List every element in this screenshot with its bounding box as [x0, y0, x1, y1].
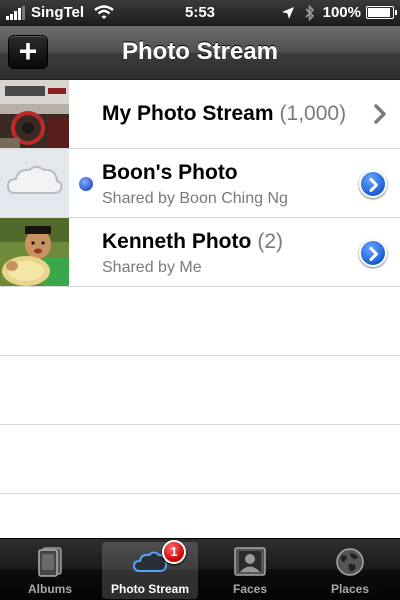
stream-count: (1,000) [279, 102, 347, 125]
cloud-icon [6, 166, 63, 194]
tab-faces[interactable]: Faces [202, 542, 298, 599]
tab-label: Albums [27, 582, 72, 596]
stream-subtitle: Shared by Boon Ching Ng [102, 190, 288, 207]
stream-count: (2) [257, 230, 283, 253]
stream-subtitle: Shared by Me [102, 259, 202, 276]
stream-row-boons-photo[interactable]: Boon's Photo Shared by Boon Ching Ng [0, 149, 400, 218]
tab-label: Places [330, 582, 370, 596]
bluetooth-icon [305, 4, 314, 21]
tab-places[interactable]: Places [302, 542, 398, 599]
stream-thumbnail [0, 80, 69, 148]
empty-row [0, 425, 400, 494]
stream-title: Kenneth Photo (2) [102, 230, 283, 253]
navigation-bar: + Photo Stream [0, 26, 400, 80]
stream-thumbnail [0, 218, 69, 286]
faces-icon [234, 547, 266, 576]
detail-disclosure-button[interactable] [359, 239, 387, 267]
chevron-right-icon [369, 247, 378, 261]
status-bar: SingTel 5:53 100% [0, 0, 400, 26]
chevron-right-icon [369, 178, 378, 192]
tab-label: Photo Stream [110, 582, 189, 596]
empty-row [0, 356, 400, 425]
stream-row-kenneth-photo[interactable]: Kenneth Photo (2) Shared by Me [0, 218, 400, 287]
tab-bar: Albums 1 Photo Stream Faces Places [0, 538, 400, 600]
notification-badge: 1 [162, 540, 186, 564]
albums-icon [38, 547, 62, 577]
location-arrow-icon [281, 6, 294, 19]
stream-title: My Photo Stream (1,000) [102, 102, 347, 125]
empty-row [0, 287, 400, 356]
photo-stream-list: My Photo Stream (1,000) Boon's Photo Shar… [0, 80, 400, 494]
battery-icon [366, 6, 397, 19]
tab-label: Faces [232, 582, 268, 596]
chevron-right-icon [374, 104, 386, 124]
globe-icon [336, 548, 364, 576]
tab-photo-stream[interactable]: 1 Photo Stream [102, 540, 198, 599]
page-title: Photo Stream [121, 38, 279, 65]
battery-percent: 100% [322, 4, 361, 21]
stream-thumbnail [0, 149, 69, 217]
stream-row-my-photo-stream[interactable]: My Photo Stream (1,000) [0, 80, 400, 149]
detail-disclosure-button[interactable] [359, 170, 387, 198]
tab-albums[interactable]: Albums [2, 542, 98, 599]
unread-dot [79, 177, 93, 191]
stream-title: Boon's Photo [102, 161, 238, 184]
